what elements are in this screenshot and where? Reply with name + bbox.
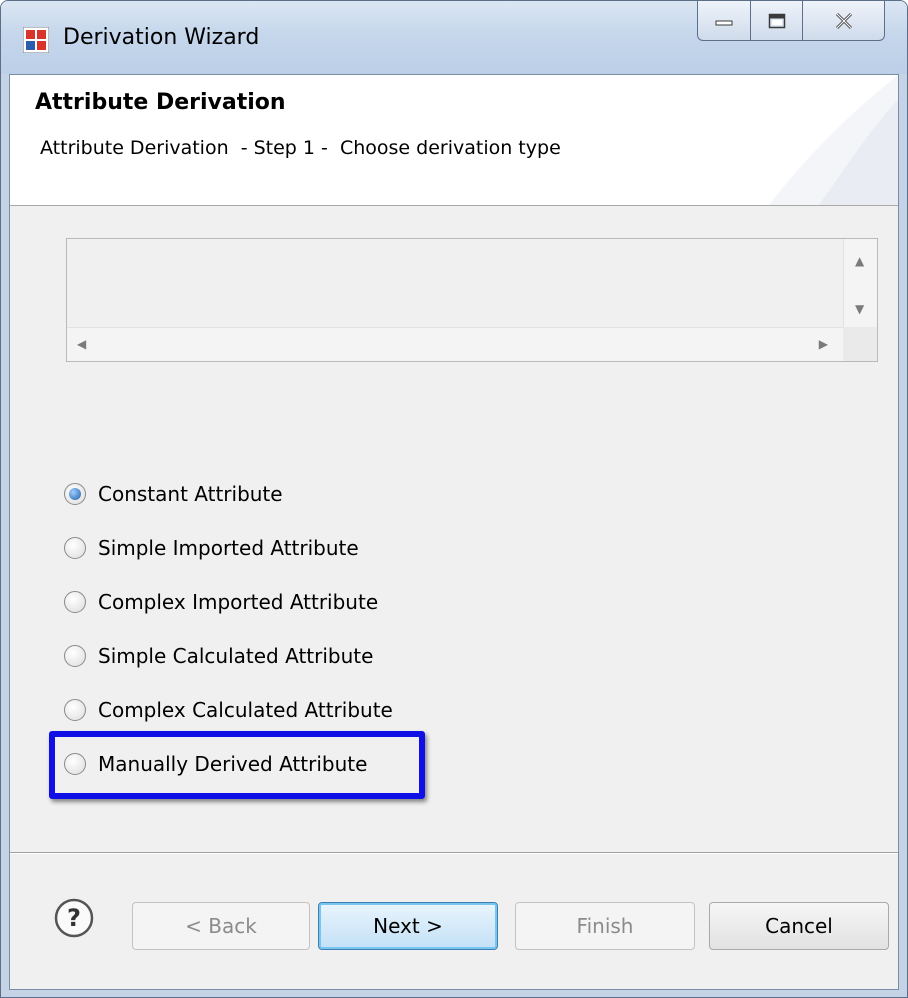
header-decoration (768, 75, 898, 205)
highlight-annotation-box (49, 731, 425, 799)
option-label: Complex Calculated Attribute (98, 698, 393, 722)
radio-button[interactable] (64, 537, 86, 559)
finish-button[interactable]: Finish (515, 902, 695, 950)
scroll-right-arrow-icon[interactable]: ▶ (819, 338, 828, 350)
window-title: Derivation Wizard (63, 25, 260, 50)
wizard-header: Attribute Derivation Attribute Derivatio… (10, 75, 898, 206)
radio-button[interactable] (64, 645, 86, 667)
window-controls (697, 1, 897, 45)
maximize-button[interactable] (751, 1, 803, 41)
next-button[interactable]: Next > (318, 902, 498, 950)
wizard-window: Derivation Wizard Attribute Derivation A… (0, 0, 908, 998)
wizard-client-area: Attribute Derivation Attribute Derivatio… (9, 74, 899, 990)
option-constant-attribute[interactable]: Constant Attribute (64, 467, 393, 521)
horizontal-scrollbar[interactable]: ◀ ▶ (67, 327, 844, 361)
radio-dot (69, 488, 81, 500)
back-button[interactable]: < Back (132, 902, 310, 950)
title-bar[interactable]: Derivation Wizard (1, 1, 907, 74)
scroll-down-arrow-icon[interactable]: ▼ (855, 303, 864, 315)
option-label: Complex Imported Attribute (98, 590, 379, 614)
wizard-footer: ? < Back Next > Finish Cancel (10, 854, 898, 989)
option-label: Simple Calculated Attribute (98, 644, 374, 668)
message-textbox[interactable]: ▲ ▼ ◀ ▶ (66, 238, 878, 362)
vertical-scrollbar[interactable]: ▲ ▼ (843, 239, 877, 328)
option-label: Simple Imported Attribute (98, 536, 359, 560)
minimize-icon (715, 20, 733, 25)
radio-button[interactable] (64, 591, 86, 613)
scrollbar-corner (843, 327, 877, 361)
cancel-button[interactable]: Cancel (709, 902, 889, 950)
wizard-body: ▲ ▼ ◀ ▶ Constant Attribute Simple Import… (10, 207, 898, 852)
maximize-icon (768, 13, 785, 28)
option-complex-calculated-attribute[interactable]: Complex Calculated Attribute (64, 683, 393, 737)
option-simple-calculated-attribute[interactable]: Simple Calculated Attribute (64, 629, 393, 683)
radio-button-selected[interactable] (64, 483, 86, 505)
svg-text:?: ? (67, 904, 81, 932)
app-icon (23, 27, 49, 53)
close-icon (835, 12, 852, 29)
page-title: Attribute Derivation (35, 90, 286, 115)
page-description: Attribute Derivation - Step 1 - Choose d… (40, 137, 561, 159)
radio-button[interactable] (64, 699, 86, 721)
option-complex-imported-attribute[interactable]: Complex Imported Attribute (64, 575, 393, 629)
scroll-left-arrow-icon[interactable]: ◀ (77, 338, 86, 350)
help-icon[interactable]: ? (54, 898, 94, 938)
option-label: Constant Attribute (98, 482, 283, 506)
minimize-button[interactable] (697, 1, 751, 41)
scroll-up-arrow-icon[interactable]: ▲ (855, 255, 864, 267)
option-simple-imported-attribute[interactable]: Simple Imported Attribute (64, 521, 393, 575)
close-button[interactable] (803, 1, 885, 41)
